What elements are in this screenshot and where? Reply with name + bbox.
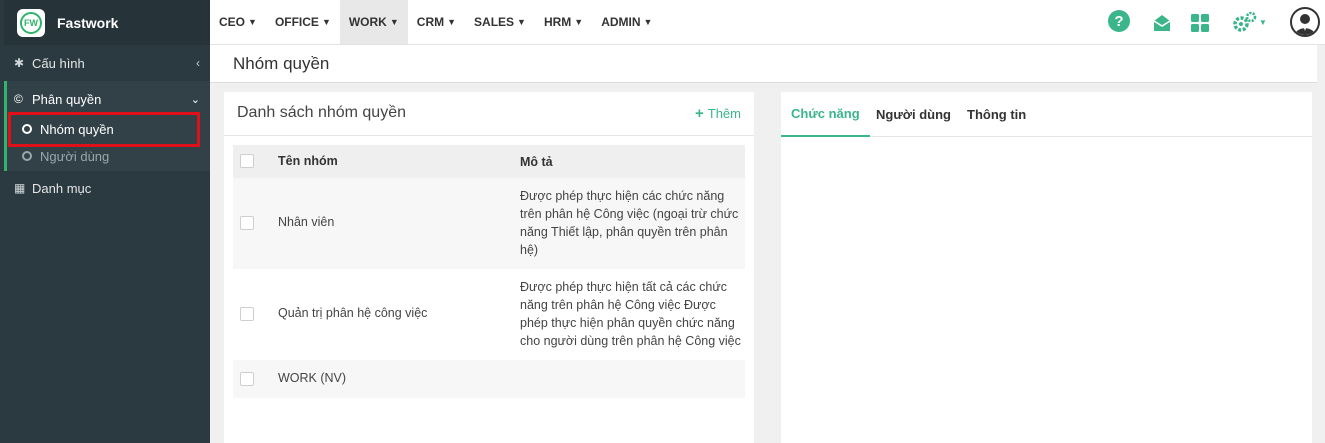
divider xyxy=(224,135,754,136)
nav-crm[interactable]: CRM ▼ xyxy=(408,0,465,44)
sidebar-item-config[interactable]: ✱ Cấu hình ‹ xyxy=(4,45,210,81)
row-checkbox[interactable] xyxy=(240,216,254,230)
nav-ceo[interactable]: CEO ▼ xyxy=(210,0,266,44)
nav-sales[interactable]: SALES ▼ xyxy=(465,0,535,44)
circle-icon xyxy=(22,151,32,161)
nav-work[interactable]: WORK ▼ xyxy=(339,0,408,44)
nav-office[interactable]: OFFICE ▼ xyxy=(266,0,340,44)
nav-label: ADMIN xyxy=(601,15,641,29)
scrollbar[interactable] xyxy=(1317,45,1325,443)
plus-icon: + xyxy=(695,105,704,122)
app-logo[interactable]: FW Fastwork xyxy=(4,0,210,45)
caret-down-icon: ▼ xyxy=(1259,17,1267,27)
nav-label: SALES xyxy=(474,15,515,29)
avatar[interactable] xyxy=(1290,7,1320,37)
row-name: Quản trị phân hệ công việc xyxy=(278,306,428,320)
caret-down-icon: ▼ xyxy=(248,17,257,27)
tab-functions[interactable]: Chức năng xyxy=(781,92,870,137)
caret-down-icon: ▼ xyxy=(447,17,457,27)
help-icon[interactable]: ? xyxy=(1108,10,1130,32)
sidebar-item-label: Danh mục xyxy=(32,180,92,196)
nav-hrm[interactable]: HRM ▼ xyxy=(535,0,592,44)
table-row[interactable]: WORK (NV) xyxy=(233,360,745,398)
calendar-icon: ▦ xyxy=(14,181,26,195)
chevron-down-icon: ⌄ xyxy=(190,93,200,106)
nav-admin[interactable]: ADMIN ▼ xyxy=(592,0,661,44)
chevron-left-icon: ‹ xyxy=(196,56,200,70)
nav-label: CEO xyxy=(219,15,246,29)
caret-down-icon: ▼ xyxy=(321,17,331,27)
add-button[interactable]: + Thêm xyxy=(695,105,741,122)
add-label: Thêm xyxy=(707,106,741,121)
mail-open-icon[interactable] xyxy=(1150,11,1174,35)
tab-label: Người dùng xyxy=(876,107,951,122)
role-group-table: Tên nhóm Mô tả Nhân viên Được phép thực … xyxy=(233,145,745,398)
nav-label: HRM xyxy=(543,15,572,29)
gear-icon: ✱ xyxy=(14,56,25,70)
role-group-list-panel: Danh sách nhóm quyền + Thêm Tên nhóm Mô t… xyxy=(224,92,754,443)
sidebar-item-label: Phân quyền xyxy=(32,91,102,107)
caret-down-icon: ▼ xyxy=(574,17,584,27)
row-checkbox[interactable] xyxy=(240,372,254,386)
main-nav: CEO ▼ OFFICE ▼ WORK ▼ CRM ▼ SALES ▼ HRM ▼ ADMI… xyxy=(210,0,661,44)
highlight-box xyxy=(8,112,200,147)
app-name: Fastwork xyxy=(57,14,119,31)
caret-down-icon: ▼ xyxy=(389,17,399,27)
sidebar-item-permissions[interactable]: © Phân quyền ⌄ xyxy=(4,85,210,113)
table-row[interactable]: Quản trị phân hệ công việc Được phép thự… xyxy=(233,269,745,360)
logo-mark: FW xyxy=(20,11,42,34)
apps-grid-icon[interactable] xyxy=(1188,11,1212,35)
caret-down-icon: ▼ xyxy=(643,17,653,27)
detail-tabs: Chức năng Người dùng Thông tin xyxy=(781,92,1312,137)
page-title: Nhóm quyền xyxy=(233,54,330,73)
tab-info[interactable]: Thông tin xyxy=(967,92,1026,137)
row-desc: Được phép thực hiện các chức năng trên p… xyxy=(520,189,739,257)
settings-gears-icon[interactable]: ▼ xyxy=(1232,9,1268,35)
row-desc: Được phép thực hiện tất cả các chức năng… xyxy=(520,280,741,348)
tab-label: Thông tin xyxy=(967,107,1027,122)
row-name: WORK (NV) xyxy=(278,371,347,385)
select-all-checkbox[interactable] xyxy=(240,154,254,168)
table-row[interactable]: Nhân viên Được phép thực hiện các chức n… xyxy=(233,178,745,269)
top-bar: CEO ▼ OFFICE ▼ WORK ▼ CRM ▼ SALES ▼ HRM ▼ ADMI… xyxy=(210,0,1325,45)
table-header: Tên nhóm Mô tả xyxy=(233,145,745,178)
nav-label: OFFICE xyxy=(274,15,319,29)
panel-title: Danh sách nhóm quyền xyxy=(237,104,406,121)
row-name: Nhân viên xyxy=(278,215,335,229)
nav-label: CRM xyxy=(416,15,445,29)
page-header: Nhóm quyền xyxy=(210,45,1325,83)
row-checkbox[interactable] xyxy=(240,307,254,321)
role-group-detail-panel: Chức năng Người dùng Thông tin xyxy=(781,92,1312,443)
column-header-name: Tên nhóm xyxy=(278,154,338,168)
nav-label: WORK xyxy=(348,15,387,29)
tab-users[interactable]: Người dùng xyxy=(876,92,951,137)
caret-down-icon: ▼ xyxy=(517,17,526,27)
sidebar-item-label: Người dùng xyxy=(40,148,110,164)
tab-label: Chức năng xyxy=(791,106,860,121)
copyright-icon: © xyxy=(14,92,23,106)
sidebar-item-label: Cấu hình xyxy=(32,55,85,71)
logo-badge: FW xyxy=(17,8,45,37)
column-header-desc: Mô tả xyxy=(520,155,553,169)
sidebar-item-catalog[interactable]: ▦ Danh mục xyxy=(4,174,210,202)
